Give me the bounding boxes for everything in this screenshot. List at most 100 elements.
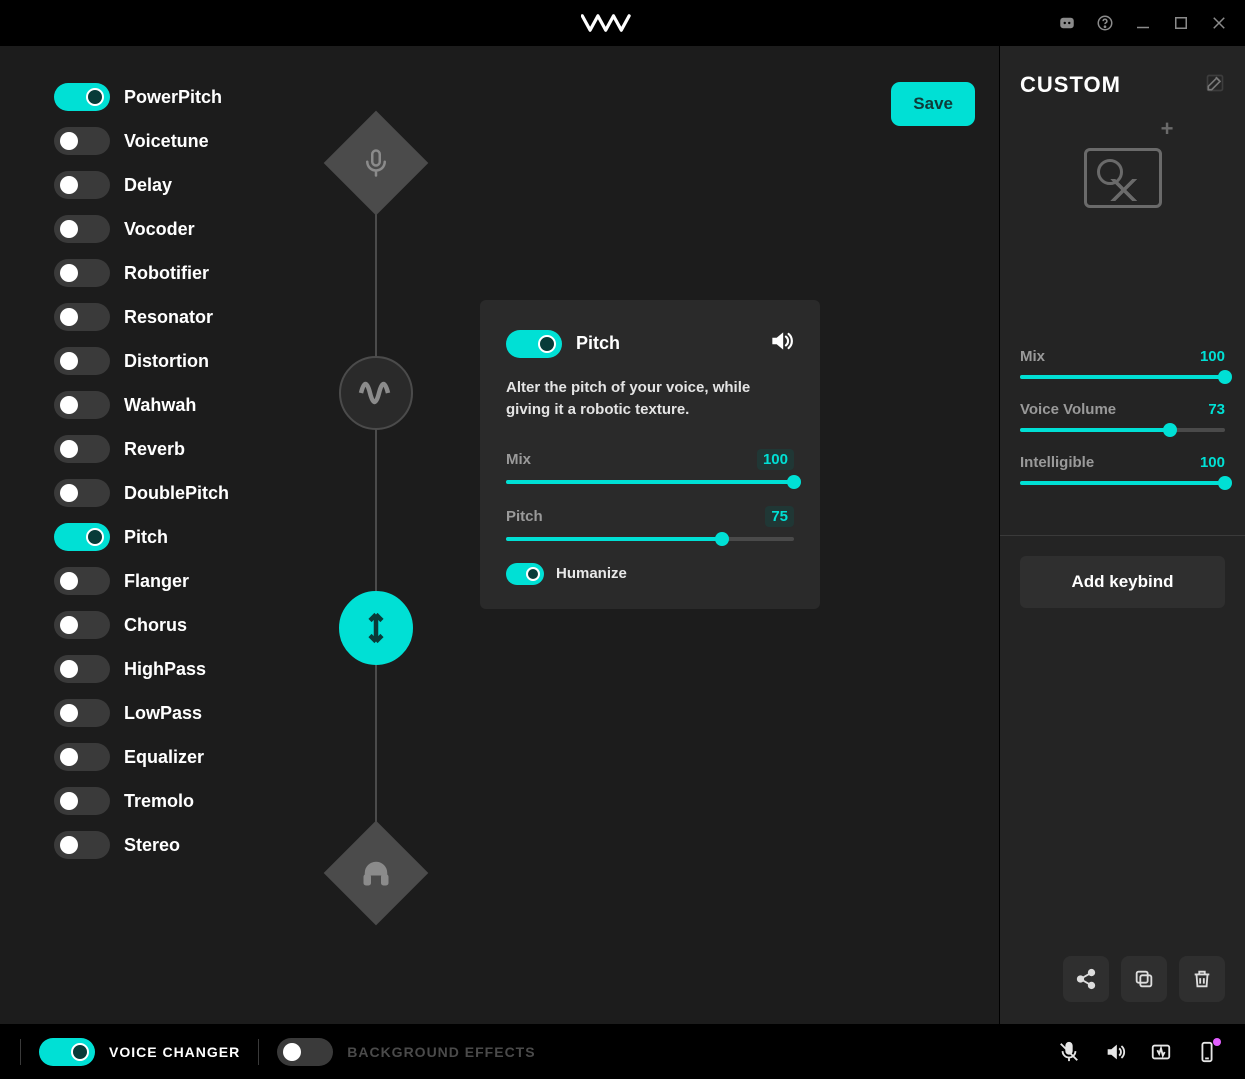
- slider-label: Intelligible: [1020, 454, 1094, 471]
- effect-label[interactable]: DoublePitch: [124, 483, 229, 504]
- minimize-button[interactable]: [1133, 13, 1153, 33]
- divider: [20, 1039, 21, 1065]
- slider-track[interactable]: [506, 537, 794, 541]
- bottom-bar: VOICE CHANGER BACKGROUND EFFECTS: [0, 1024, 1245, 1079]
- effect-label[interactable]: Equalizer: [124, 747, 204, 768]
- headphones-icon: [324, 821, 429, 926]
- signal-chain: Save Pitch Alter the pitch of your voice…: [320, 46, 999, 1024]
- slider-track[interactable]: [1020, 481, 1225, 485]
- slider-value: 100: [757, 449, 794, 470]
- effect-toggle-flanger[interactable]: [54, 567, 110, 595]
- effect-label[interactable]: Voicetune: [124, 131, 209, 152]
- add-preset-image[interactable]: [1084, 148, 1162, 208]
- mobile-icon[interactable]: [1195, 1040, 1219, 1064]
- volume-icon[interactable]: [1103, 1040, 1127, 1064]
- effect-row-reverb: Reverb: [54, 434, 320, 464]
- effect-toggle-highpass[interactable]: [54, 655, 110, 683]
- mic-icon: [324, 111, 429, 216]
- slider-track[interactable]: [1020, 375, 1225, 379]
- soundboard-icon[interactable]: [1149, 1040, 1173, 1064]
- slider-voice-volume: Voice Volume73: [1020, 401, 1225, 432]
- chain-node-input[interactable]: [339, 126, 413, 200]
- effect-toggle-powerpitch[interactable]: [54, 83, 110, 111]
- app-body: PowerPitch Voicetune Delay Vocoder Robotifie…: [0, 46, 1245, 1024]
- effect-toggle-tremolo[interactable]: [54, 787, 110, 815]
- detail-effect-toggle[interactable]: [506, 330, 562, 358]
- effect-label[interactable]: Resonator: [124, 307, 213, 328]
- effect-toggle-doublepitch[interactable]: [54, 479, 110, 507]
- effect-toggle-wahwah[interactable]: [54, 391, 110, 419]
- effect-toggle-lowpass[interactable]: [54, 699, 110, 727]
- effect-label[interactable]: Vocoder: [124, 219, 195, 240]
- slider-track[interactable]: [506, 480, 794, 484]
- effect-row-highpass: HighPass: [54, 654, 320, 684]
- save-button[interactable]: Save: [891, 82, 975, 126]
- effect-toggle-distortion[interactable]: [54, 347, 110, 375]
- main-area: PowerPitch Voicetune Delay Vocoder Robotifie…: [0, 46, 1000, 1024]
- slider-value: 75: [765, 506, 794, 527]
- slider-value: 100: [1200, 348, 1225, 365]
- effect-row-pitch: Pitch: [54, 522, 320, 552]
- effect-label[interactable]: Robotifier: [124, 263, 209, 284]
- effect-toggle-resonator[interactable]: [54, 303, 110, 331]
- maximize-button[interactable]: [1171, 13, 1191, 33]
- divider: [1000, 535, 1245, 536]
- humanize-toggle[interactable]: [506, 563, 544, 585]
- add-keybind-button[interactable]: Add keybind: [1020, 556, 1225, 608]
- slider-label: Voice Volume: [1020, 401, 1116, 418]
- slider-track[interactable]: [1020, 428, 1225, 432]
- plus-icon: +: [1161, 116, 1174, 142]
- slider-intelligible: Intelligible100: [1020, 454, 1225, 485]
- edit-preset-icon[interactable]: [1205, 73, 1225, 98]
- mute-mic-icon[interactable]: [1057, 1040, 1081, 1064]
- effect-label[interactable]: Wahwah: [124, 395, 196, 416]
- effect-label[interactable]: PowerPitch: [124, 87, 222, 108]
- effect-row-chorus: Chorus: [54, 610, 320, 640]
- detail-description: Alter the pitch of your voice, while giv…: [506, 377, 794, 421]
- close-button[interactable]: [1209, 13, 1229, 33]
- duplicate-button[interactable]: [1121, 956, 1167, 1002]
- effect-label[interactable]: Distortion: [124, 351, 209, 372]
- chain-node-powerpitch[interactable]: [339, 356, 413, 430]
- preset-panel: CUSTOM + Mix100 Voice Volume73 Intelligibl…: [1000, 46, 1245, 1024]
- preset-title: CUSTOM: [1020, 72, 1121, 98]
- effect-label[interactable]: Stereo: [124, 835, 180, 856]
- effect-row-robotifier: Robotifier: [54, 258, 320, 288]
- effect-toggle-voicetune[interactable]: [54, 127, 110, 155]
- effect-toggle-chorus[interactable]: [54, 611, 110, 639]
- effect-toggle-vocoder[interactable]: [54, 215, 110, 243]
- effect-row-equalizer: Equalizer: [54, 742, 320, 772]
- delete-button[interactable]: [1179, 956, 1225, 1002]
- effect-label[interactable]: Reverb: [124, 439, 185, 460]
- effect-row-tremolo: Tremolo: [54, 786, 320, 816]
- effect-row-vocoder: Vocoder: [54, 214, 320, 244]
- slider-mix: Mix100: [1020, 348, 1225, 379]
- effect-row-delay: Delay: [54, 170, 320, 200]
- effect-toggle-stereo[interactable]: [54, 831, 110, 859]
- help-icon[interactable]: [1095, 13, 1115, 33]
- effect-label[interactable]: Chorus: [124, 615, 187, 636]
- effect-toggle-delay[interactable]: [54, 171, 110, 199]
- effect-label[interactable]: Flanger: [124, 571, 189, 592]
- voice-changer-toggle[interactable]: [39, 1038, 95, 1066]
- discord-icon[interactable]: [1057, 13, 1077, 33]
- background-effects-toggle[interactable]: [277, 1038, 333, 1066]
- effect-toggle-equalizer[interactable]: [54, 743, 110, 771]
- effect-toggle-pitch[interactable]: [54, 523, 110, 551]
- effect-toggle-reverb[interactable]: [54, 435, 110, 463]
- effect-row-distortion: Distortion: [54, 346, 320, 376]
- chain-node-output[interactable]: [339, 836, 413, 910]
- effect-label[interactable]: Delay: [124, 175, 172, 196]
- chain-node-pitch[interactable]: [339, 591, 413, 665]
- effect-row-voicetune: Voicetune: [54, 126, 320, 156]
- preview-sound-icon[interactable]: [768, 328, 794, 359]
- slider-label: Pitch: [506, 508, 543, 525]
- effect-row-doublepitch: DoublePitch: [54, 478, 320, 508]
- effect-label[interactable]: LowPass: [124, 703, 202, 724]
- effect-label[interactable]: Pitch: [124, 527, 168, 548]
- share-button[interactable]: [1063, 956, 1109, 1002]
- effect-toggle-robotifier[interactable]: [54, 259, 110, 287]
- effect-label[interactable]: HighPass: [124, 659, 206, 680]
- detail-effect-title: Pitch: [576, 333, 620, 354]
- effect-label[interactable]: Tremolo: [124, 791, 194, 812]
